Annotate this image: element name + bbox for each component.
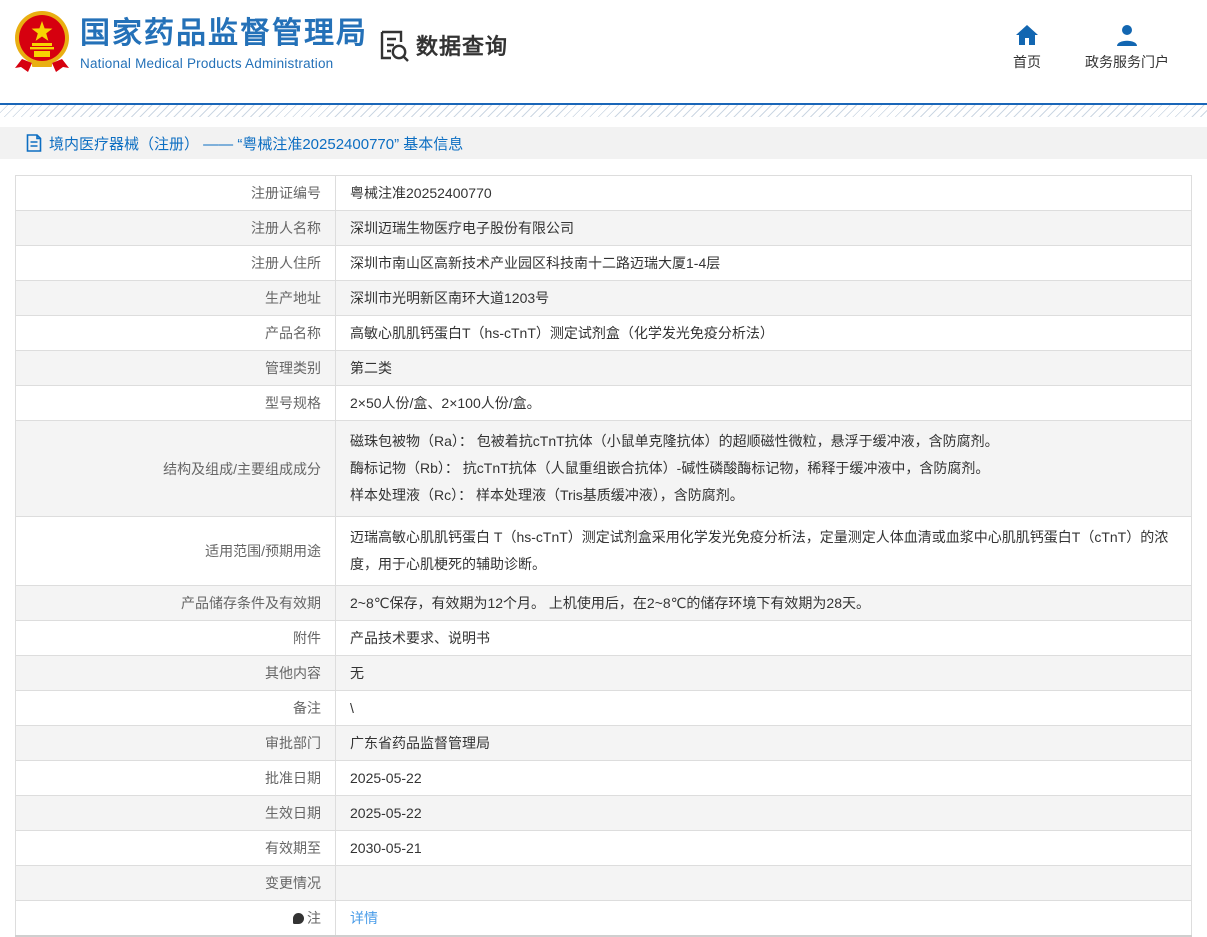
row-label: 其他内容 bbox=[15, 655, 336, 691]
row-value: 2025-05-22 bbox=[335, 760, 1192, 796]
header: 国家药品监督管理局 National Medical Products Admi… bbox=[0, 0, 1207, 103]
detail-link[interactable]: 详情 bbox=[350, 910, 378, 926]
data-query-icon bbox=[380, 30, 409, 62]
row-value: 迈瑞高敏心肌肌钙蛋白 T（hs-cTnT）测定试剂盒采用化学发光免疫分析法，定量… bbox=[335, 516, 1192, 586]
national-emblem-logo bbox=[15, 11, 69, 72]
user-icon bbox=[1117, 25, 1137, 46]
row-value: 产品技术要求、说明书 bbox=[335, 620, 1192, 656]
row-value: 粤械注准20252400770 bbox=[335, 175, 1192, 211]
table-row: 管理类别 第二类 bbox=[15, 350, 1192, 386]
table-row: 生产地址 深圳市光明新区南环大道1203号 bbox=[15, 280, 1192, 316]
scope-paragraph: 迈瑞高敏心肌肌钙蛋白 T（hs-cTnT）测定试剂盒采用化学发光免疫分析法，定量… bbox=[350, 529, 1169, 572]
home-icon bbox=[1016, 25, 1038, 45]
nav-item-portal[interactable]: 政务服务门户 bbox=[1085, 24, 1169, 72]
composition-line: 样本处理液（Rc）： 样本处理液（Tris基质缓冲液），含防腐剂。 bbox=[350, 487, 744, 503]
site-title: 国家药品监督管理局 bbox=[80, 17, 368, 50]
table-row: 结构及组成/主要组成成分 磁珠包被物（Ra）： 包被着抗cTnT抗体（小鼠单克隆抗… bbox=[15, 420, 1192, 517]
row-label: 产品储存条件及有效期 bbox=[15, 585, 336, 621]
info-table-body: 注册证编号 粤械注准20252400770 注册人名称 深圳迈瑞生物医疗电子股份有限公… bbox=[15, 175, 1192, 937]
data-query-label: 数据查询 bbox=[416, 34, 509, 59]
table-row: 审批部门 广东省药品监督管理局 bbox=[15, 725, 1192, 761]
row-value: 2~8℃保存，有效期为12个月。 上机使用后，在2~8℃的储存环境下有效期为28… bbox=[335, 585, 1192, 621]
row-label: 有效期至 bbox=[15, 830, 336, 866]
row-label: 注册人名称 bbox=[15, 210, 336, 246]
row-value: 深圳迈瑞生物医疗电子股份有限公司 bbox=[335, 210, 1192, 246]
site-subtitle: National Medical Products Administration bbox=[80, 56, 334, 71]
row-label: 批准日期 bbox=[15, 760, 336, 796]
header-divider bbox=[0, 103, 1207, 117]
table-row: 产品储存条件及有效期 2~8℃保存，有效期为12个月。 上机使用后，在2~8℃的储… bbox=[15, 585, 1192, 621]
site-titles: 国家药品监督管理局 National Medical Products Admi… bbox=[80, 16, 368, 71]
composition-line: 酶标记物（Rb）： 抗cTnT抗体（人鼠重组嵌合抗体）-碱性磷酸酶标记物，稀释于… bbox=[350, 460, 990, 476]
data-query-section[interactable]: 数据查询 bbox=[376, 28, 508, 62]
table-row: 有效期至 2030-05-21 bbox=[15, 830, 1192, 866]
table-row: 注册人名称 深圳迈瑞生物医疗电子股份有限公司 bbox=[15, 210, 1192, 246]
row-value: 磁珠包被物（Ra）： 包被着抗cTnT抗体（小鼠单克隆抗体）的超顺磁性微粒，悬浮… bbox=[335, 420, 1192, 517]
row-value: 2030-05-21 bbox=[335, 830, 1192, 866]
table-row: 型号规格 2×50人份/盒、2×100人份/盒。 bbox=[15, 385, 1192, 421]
row-label: 结构及组成/主要组成成分 bbox=[15, 420, 336, 517]
table-row: 备注 \ bbox=[15, 690, 1192, 726]
row-label: 生效日期 bbox=[15, 795, 336, 831]
composition-line: 磁珠包被物（Ra）： 包被着抗cTnT抗体（小鼠单克隆抗体）的超顺磁性微粒，悬浮… bbox=[350, 433, 999, 449]
nav-home-label: 首页 bbox=[1013, 54, 1041, 70]
row-label: 备注 bbox=[15, 690, 336, 726]
row-value: 广东省药品监督管理局 bbox=[335, 725, 1192, 761]
row-label: 注册人住所 bbox=[15, 245, 336, 281]
row-label: 生产地址 bbox=[15, 280, 336, 316]
table-row: 生效日期 2025-05-22 bbox=[15, 795, 1192, 831]
row-value: 第二类 bbox=[335, 350, 1192, 386]
registration-info-table: 注册证编号 粤械注准20252400770 注册人名称 深圳迈瑞生物医疗电子股份有限公… bbox=[15, 175, 1192, 937]
row-value: 2×50人份/盒、2×100人份/盒。 bbox=[335, 385, 1192, 421]
bulb-icon bbox=[293, 913, 304, 924]
table-row: 附件 产品技术要求、说明书 bbox=[15, 620, 1192, 656]
row-label: 注 bbox=[15, 900, 336, 937]
row-label: 管理类别 bbox=[15, 350, 336, 386]
row-value: 深圳市南山区高新技术产业园区科技南十二路迈瑞大厦1-4层 bbox=[335, 245, 1192, 281]
table-row: 变更情况 bbox=[15, 865, 1192, 901]
row-value bbox=[335, 865, 1192, 901]
table-row: 注详情 bbox=[15, 900, 1192, 937]
breadcrumb: 境内医疗器械（注册） —— “粤械注准20252400770” 基本信息 bbox=[0, 127, 1207, 159]
breadcrumb-text: 境内医疗器械（注册） —— “粤械注准20252400770” 基本信息 bbox=[49, 135, 464, 153]
table-row: 注册人住所 深圳市南山区高新技术产业园区科技南十二路迈瑞大厦1-4层 bbox=[15, 245, 1192, 281]
document-icon bbox=[26, 134, 42, 152]
row-value: 高敏心肌肌钙蛋白T（hs-cTnT）测定试剂盒（化学发光免疫分析法） bbox=[335, 315, 1192, 351]
table-row: 产品名称 高敏心肌肌钙蛋白T（hs-cTnT）测定试剂盒（化学发光免疫分析法） bbox=[15, 315, 1192, 351]
row-value: 无 bbox=[335, 655, 1192, 691]
row-value: 详情 bbox=[335, 900, 1192, 937]
row-label: 变更情况 bbox=[15, 865, 336, 901]
row-value: \ bbox=[335, 690, 1192, 726]
row-label: 型号规格 bbox=[15, 385, 336, 421]
row-label: 附件 bbox=[15, 620, 336, 656]
registration-info-table-wrap: 注册证编号 粤械注准20252400770 注册人名称 深圳迈瑞生物医疗电子股份有限公… bbox=[15, 175, 1192, 937]
table-row: 适用范围/预期用途 迈瑞高敏心肌肌钙蛋白 T（hs-cTnT）测定试剂盒采用化学发… bbox=[15, 516, 1192, 586]
nav-portal-label: 政务服务门户 bbox=[1085, 54, 1169, 70]
row-label: 适用范围/预期用途 bbox=[15, 516, 336, 586]
table-row: 注册证编号 粤械注准20252400770 bbox=[15, 175, 1192, 211]
row-value: 深圳市光明新区南环大道1203号 bbox=[335, 280, 1192, 316]
row-value: 2025-05-22 bbox=[335, 795, 1192, 831]
table-row: 批准日期 2025-05-22 bbox=[15, 760, 1192, 796]
nav-item-home[interactable]: 首页 bbox=[1013, 24, 1041, 72]
row-label: 产品名称 bbox=[15, 315, 336, 351]
top-navigation: 首页 政务服务门户 bbox=[1013, 24, 1169, 72]
row-label: 审批部门 bbox=[15, 725, 336, 761]
table-row: 其他内容无 bbox=[15, 655, 1192, 691]
row-label: 注册证编号 bbox=[15, 175, 336, 211]
